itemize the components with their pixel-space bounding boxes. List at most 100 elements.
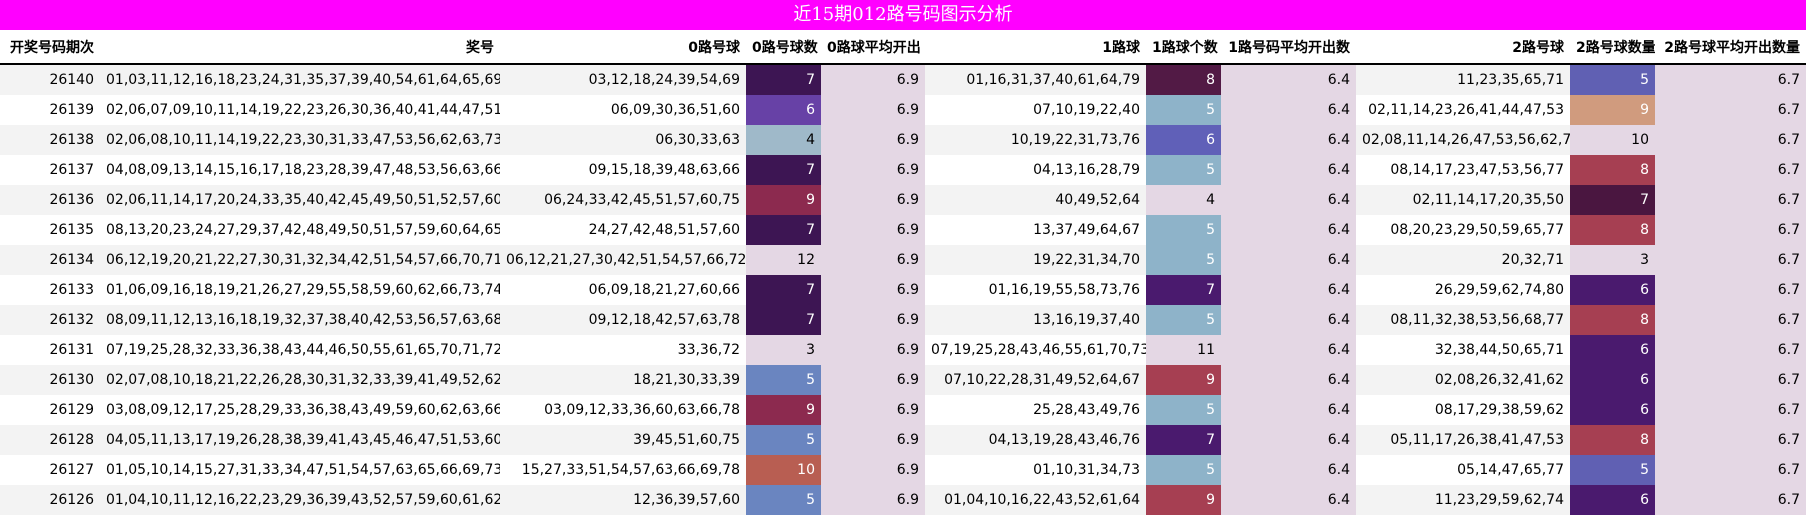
route1-count-cell: 11 [1146, 335, 1221, 365]
route1-cell: 01,10,31,34,73 [925, 455, 1146, 485]
route1-cell: 07,19,25,28,43,46,55,61,70,73,79 [925, 335, 1146, 365]
header-route0-avg[interactable]: 0路球平均开出 [821, 30, 925, 65]
route0-avg-cell: 6.9 [821, 425, 925, 455]
issue-cell: 26127 [0, 455, 100, 485]
route1-cell: 01,04,10,16,22,43,52,61,64 [925, 485, 1146, 515]
route1-avg-cell: 6.4 [1221, 64, 1356, 95]
route0-avg-cell: 6.9 [821, 155, 925, 185]
route0-avg-cell: 6.9 [821, 395, 925, 425]
issue-cell: 26131 [0, 335, 100, 365]
header-route1-avg[interactable]: 1路号码平均开出数 [1221, 30, 1356, 65]
header-route0-count[interactable]: 0路号球数 [746, 30, 821, 65]
route1-avg-cell: 6.4 [1221, 275, 1356, 305]
route0-cell: 39,45,51,60,75 [500, 425, 746, 455]
issue-cell: 26130 [0, 365, 100, 395]
route1-count-cell: 5 [1146, 305, 1221, 335]
table-row: 26131 07,19,25,28,32,33,36,38,43,44,46,5… [0, 335, 1806, 365]
route1-count-cell: 5 [1146, 215, 1221, 245]
issue-cell: 26139 [0, 95, 100, 125]
header-row: 开奖号码期次 奖号 0路号球 0路号球数 0路球平均开出 1路球 1路球个数 1… [0, 30, 1806, 65]
route0-avg-cell: 6.9 [821, 275, 925, 305]
table-row: 26138 02,06,08,10,11,14,19,22,23,30,31,3… [0, 125, 1806, 155]
route0-count-cell: 7 [746, 305, 821, 335]
route1-count-cell: 5 [1146, 455, 1221, 485]
route1-count-cell: 7 [1146, 425, 1221, 455]
route2-cell: 02,08,11,14,26,47,53,56,62,77 [1356, 125, 1570, 155]
header-issue[interactable]: 开奖号码期次 [0, 30, 100, 65]
route0-count-cell: 12 [746, 245, 821, 275]
numbers-cell: 02,07,08,10,18,21,22,26,28,30,31,32,33,3… [100, 365, 500, 395]
route2-cell: 08,14,17,23,47,53,56,77 [1356, 155, 1570, 185]
route2-count-cell: 6 [1570, 365, 1655, 395]
route1-avg-cell: 6.4 [1221, 395, 1356, 425]
numbers-cell: 01,05,10,14,15,27,31,33,34,47,51,54,57,6… [100, 455, 500, 485]
table-row: 26133 01,06,09,16,18,19,21,26,27,29,55,5… [0, 275, 1806, 305]
header-numbers[interactable]: 奖号 [100, 30, 500, 65]
route1-count-cell: 9 [1146, 485, 1221, 515]
route2-cell: 11,23,29,59,62,74 [1356, 485, 1570, 515]
issue-cell: 26126 [0, 485, 100, 515]
route0-cell: 33,36,72 [500, 335, 746, 365]
route0-count-cell: 5 [746, 365, 821, 395]
route2-cell: 02,11,14,17,20,35,50 [1356, 185, 1570, 215]
route1-count-cell: 5 [1146, 155, 1221, 185]
table-row: 26137 04,08,09,13,14,15,16,17,18,23,28,3… [0, 155, 1806, 185]
route2-avg-cell: 6.7 [1655, 155, 1806, 185]
route1-count-cell: 8 [1146, 64, 1221, 95]
route2-avg-cell: 6.7 [1655, 335, 1806, 365]
header-route1[interactable]: 1路球 [925, 30, 1146, 65]
header-route1-count[interactable]: 1路球个数 [1146, 30, 1221, 65]
route0-count-cell: 5 [746, 485, 821, 515]
route2-avg-cell: 6.7 [1655, 185, 1806, 215]
route0-count-cell: 7 [746, 64, 821, 95]
route0-cell: 06,12,21,27,30,42,51,54,57,66,72,75 [500, 245, 746, 275]
route1-avg-cell: 6.4 [1221, 305, 1356, 335]
header-route2-count[interactable]: 2路号球数量 [1570, 30, 1655, 65]
route2-cell: 02,08,26,32,41,62 [1356, 365, 1570, 395]
route0-count-cell: 3 [746, 335, 821, 365]
numbers-cell: 08,09,11,12,13,16,18,19,32,37,38,40,42,5… [100, 305, 500, 335]
route2-count-cell: 8 [1570, 305, 1655, 335]
route1-count-cell: 4 [1146, 185, 1221, 215]
route2-cell: 11,23,35,65,71 [1356, 64, 1570, 95]
route1-avg-cell: 6.4 [1221, 125, 1356, 155]
route0-cell: 06,09,30,36,51,60 [500, 95, 746, 125]
table-row: 26134 06,12,19,20,21,22,27,30,31,32,34,4… [0, 245, 1806, 275]
route0-cell: 12,36,39,57,60 [500, 485, 746, 515]
header-route0[interactable]: 0路号球 [500, 30, 746, 65]
route0-cell: 03,09,12,33,36,60,63,66,78 [500, 395, 746, 425]
route1-avg-cell: 6.4 [1221, 455, 1356, 485]
route2-cell: 08,11,32,38,53,56,68,77 [1356, 305, 1570, 335]
route2-avg-cell: 6.7 [1655, 365, 1806, 395]
route2-count-cell: 6 [1570, 335, 1655, 365]
issue-cell: 26137 [0, 155, 100, 185]
table-row: 26128 04,05,11,13,17,19,26,28,38,39,41,4… [0, 425, 1806, 455]
route2-count-cell: 10 [1570, 125, 1655, 155]
route2-avg-cell: 6.7 [1655, 95, 1806, 125]
route1-avg-cell: 6.4 [1221, 365, 1356, 395]
route1-avg-cell: 6.4 [1221, 245, 1356, 275]
table-row: 26132 08,09,11,12,13,16,18,19,32,37,38,4… [0, 305, 1806, 335]
table-row: 26135 08,13,20,23,24,27,29,37,42,48,49,5… [0, 215, 1806, 245]
route1-cell: 04,13,19,28,43,46,76 [925, 425, 1146, 455]
route0-cell: 24,27,42,48,51,57,60 [500, 215, 746, 245]
route1-cell: 13,16,19,37,40 [925, 305, 1146, 335]
route0-cell: 06,30,33,63 [500, 125, 746, 155]
table-body: 26140 01,03,11,12,16,18,23,24,31,35,37,3… [0, 64, 1806, 515]
route2-cell: 08,20,23,29,50,59,65,77 [1356, 215, 1570, 245]
route1-count-cell: 7 [1146, 275, 1221, 305]
header-route2[interactable]: 2路号球 [1356, 30, 1570, 65]
route2-avg-cell: 6.7 [1655, 245, 1806, 275]
route1-count-cell: 5 [1146, 95, 1221, 125]
route2-count-cell: 3 [1570, 245, 1655, 275]
route2-cell: 20,32,71 [1356, 245, 1570, 275]
route1-avg-cell: 6.4 [1221, 95, 1356, 125]
route0-cell: 03,12,18,24,39,54,69 [500, 64, 746, 95]
route1-avg-cell: 6.4 [1221, 185, 1356, 215]
route0-avg-cell: 6.9 [821, 125, 925, 155]
numbers-cell: 04,08,09,13,14,15,16,17,18,23,28,39,47,4… [100, 155, 500, 185]
header-route2-avg[interactable]: 2路号球平均开出数量 [1655, 30, 1806, 65]
route1-count-cell: 6 [1146, 125, 1221, 155]
route2-cell: 05,14,47,65,77 [1356, 455, 1570, 485]
route2-count-cell: 6 [1570, 395, 1655, 425]
